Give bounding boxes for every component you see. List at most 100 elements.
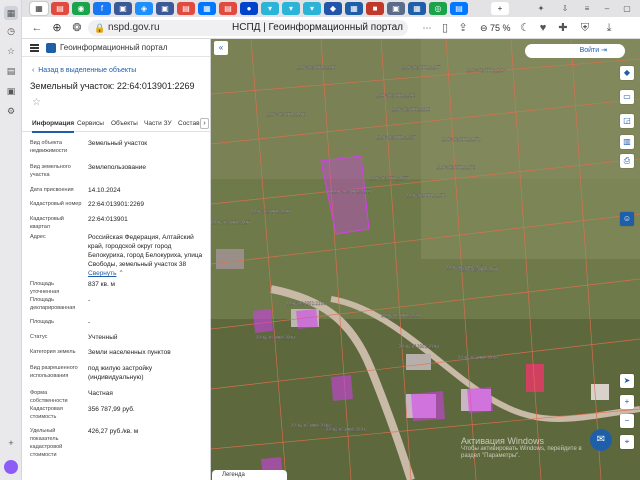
parcel-label[interactable]: 22:64:013901:2275	[369, 176, 409, 181]
extension-icon[interactable]: ✚	[556, 21, 570, 35]
browser-tab[interactable]: ●	[240, 2, 258, 15]
print-icon[interactable]: ▭	[620, 90, 634, 104]
settings-icon[interactable]: ⚙	[4, 104, 18, 118]
parcel-label[interactable]: 22:64:013901:2194	[466, 68, 506, 73]
zoom-out-icon[interactable]: −	[620, 414, 634, 428]
parcel-label[interactable]: 22:64:013901:2269	[331, 189, 371, 194]
info-value-text: 356 787,99 руб.	[88, 406, 135, 413]
parcel-label[interactable]: 22:64:013901:2185	[376, 135, 416, 140]
parcel-label[interactable]: 22:64:013901:2227	[326, 427, 366, 432]
collapse-address-link[interactable]: Свернуть	[88, 270, 117, 277]
login-button[interactable]: Войти ⇥	[525, 44, 625, 58]
browser-tab[interactable]: ◆	[324, 2, 342, 15]
bookmark-icon[interactable]: ☆	[4, 44, 18, 58]
bookmark-star-icon[interactable]: ⊕	[50, 21, 64, 35]
browser-tab[interactable]: ▣	[387, 2, 405, 15]
back-arrow-icon[interactable]: ←	[30, 21, 44, 35]
info-label: Вид объекта недвижимости	[30, 140, 68, 154]
browser-tab[interactable]: ▦	[345, 2, 363, 15]
browser-tab[interactable]: ▤	[450, 2, 468, 15]
parcel-label[interactable]: 22:64:013901:2156	[406, 193, 446, 198]
parcel-label[interactable]: 22:64:013901:2271	[441, 137, 481, 142]
parcel-label[interactable]: 22:64:013901:2297	[211, 220, 251, 225]
chat-support-icon[interactable]: ✉	[590, 429, 612, 451]
favorite-star-icon[interactable]: ☆	[32, 98, 41, 108]
dots-icon[interactable]: ⋯	[420, 21, 434, 35]
locate-icon[interactable]: ➤	[620, 374, 634, 388]
parcel-label[interactable]: 22:64:013901:2178	[436, 165, 476, 170]
tabs-icon[interactable]: ▦	[4, 6, 18, 20]
browser-tab[interactable]: ▤	[51, 2, 69, 15]
protect-icon[interactable]: ❂	[70, 21, 84, 35]
tab-composition[interactable]: Состав	[178, 119, 200, 129]
legend-tab[interactable]: Легенда	[212, 470, 287, 480]
parcel-label[interactable]: 22:64:013901:2266	[266, 112, 306, 117]
browser-tab[interactable]: ◉	[72, 2, 90, 15]
tab-services[interactable]: Сервисы	[77, 119, 104, 129]
reader-icon[interactable]: ☾	[518, 21, 532, 35]
info-label: Площадь декларированная	[30, 297, 76, 311]
parcel-label[interactable]: 22:64:013901:2267	[256, 335, 296, 340]
ruler-icon[interactable]: ◲	[620, 114, 634, 128]
collections-icon[interactable]: ▤	[4, 64, 18, 78]
browser-tab[interactable]: ▤	[177, 2, 195, 15]
bookmark-icon[interactable]: ▯	[438, 21, 452, 35]
extensions-icon[interactable]: ✦	[532, 2, 550, 15]
browser-tab[interactable]: ▦	[408, 2, 426, 15]
browser-tab[interactable]: ▾	[303, 2, 321, 15]
zoom-level[interactable]: ⊖ 75 %	[480, 21, 511, 35]
portal-logo-icon	[46, 43, 56, 53]
browser-tab[interactable]: ▦	[30, 2, 48, 15]
compass-icon[interactable]: ⌖	[620, 435, 634, 449]
parcel-label[interactable]: 22:64:013901:2198	[376, 93, 416, 98]
browser-tab[interactable]: ■	[366, 2, 384, 15]
parcel-label[interactable]: 22:64:013901:2276	[459, 267, 499, 272]
zoom-in-icon[interactable]: +	[620, 395, 634, 409]
downloads-icon[interactable]: ⇩	[556, 2, 574, 15]
browser-tab[interactable]: ◈	[135, 2, 153, 15]
parcel-label[interactable]: 22:64:013901:2196	[286, 301, 326, 306]
browser-tab[interactable]: ▾	[261, 2, 279, 15]
history-icon[interactable]: ◷	[4, 24, 18, 38]
parcel-label[interactable]: 22:64:013901:2196	[296, 65, 336, 70]
browser-tab[interactable]: ◎	[429, 2, 447, 15]
add-icon[interactable]: +	[4, 436, 18, 450]
tab-information[interactable]: Информация	[32, 119, 75, 133]
browser-tab[interactable]: ▦	[198, 2, 216, 15]
tab-parts[interactable]: Части ЗУ	[144, 119, 172, 129]
favorite-icon[interactable]: ♥	[536, 21, 550, 35]
collapse-panel-button[interactable]: «	[214, 41, 228, 55]
back-to-selected-link[interactable]: ‹ Назад в выделенные объекты	[32, 66, 136, 76]
parcel-label[interactable]: 22:64:013901:2288	[458, 355, 498, 360]
browser-tab[interactable]: ▣	[114, 2, 132, 15]
parcel-label[interactable]: 22:64:013901:2181	[381, 313, 421, 318]
maximize-icon[interactable]: ▢	[618, 2, 636, 15]
address-bar[interactable]: 🔒 nspd.gov.ru НСПД | Геоинформационный п…	[88, 20, 408, 36]
shield-icon[interactable]: ⛨	[578, 21, 592, 35]
assistant-icon[interactable]: ☺	[620, 212, 634, 226]
parcel-title: Земельный участок: 22:64:013901:2269	[30, 81, 195, 91]
menu-icon[interactable]: ≡	[578, 2, 596, 15]
parcel-label[interactable]: 22:64:013901:2193	[399, 344, 439, 349]
grid-icon[interactable]: ▥	[620, 135, 634, 149]
parcel-label[interactable]: 22:64:013901:2199	[391, 107, 431, 112]
parcel-label[interactable]: 22:64:013901:2190	[251, 209, 291, 214]
printer-icon[interactable]: ⎙	[620, 154, 634, 168]
parcel-label[interactable]: 22:64:013901:2167	[401, 65, 441, 70]
browser-tab[interactable]: f	[93, 2, 111, 15]
info-value-text: 14.10.2024	[88, 187, 121, 194]
tabs-scroll-right-icon[interactable]: ›	[200, 118, 209, 129]
download-icon[interactable]: ⤓	[602, 21, 616, 35]
calendar-icon[interactable]: ▣	[4, 84, 18, 98]
tab-objects[interactable]: Объекты	[111, 119, 138, 129]
browser-tab[interactable]: ▣	[156, 2, 174, 15]
new-tab-button[interactable]: +	[491, 2, 509, 15]
browser-tab[interactable]: ▤	[219, 2, 237, 15]
profile-avatar[interactable]	[4, 460, 18, 474]
minimize-icon[interactable]: –	[598, 2, 616, 15]
map-view[interactable]: 22:64:013901:2196 22:64:013901:2167 22:64:…	[211, 39, 640, 480]
browser-tab[interactable]: ▾	[282, 2, 300, 15]
share-icon[interactable]: ⇪	[456, 21, 470, 35]
layers-icon[interactable]: ◆	[620, 66, 634, 80]
hamburger-menu-icon[interactable]	[30, 44, 39, 52]
